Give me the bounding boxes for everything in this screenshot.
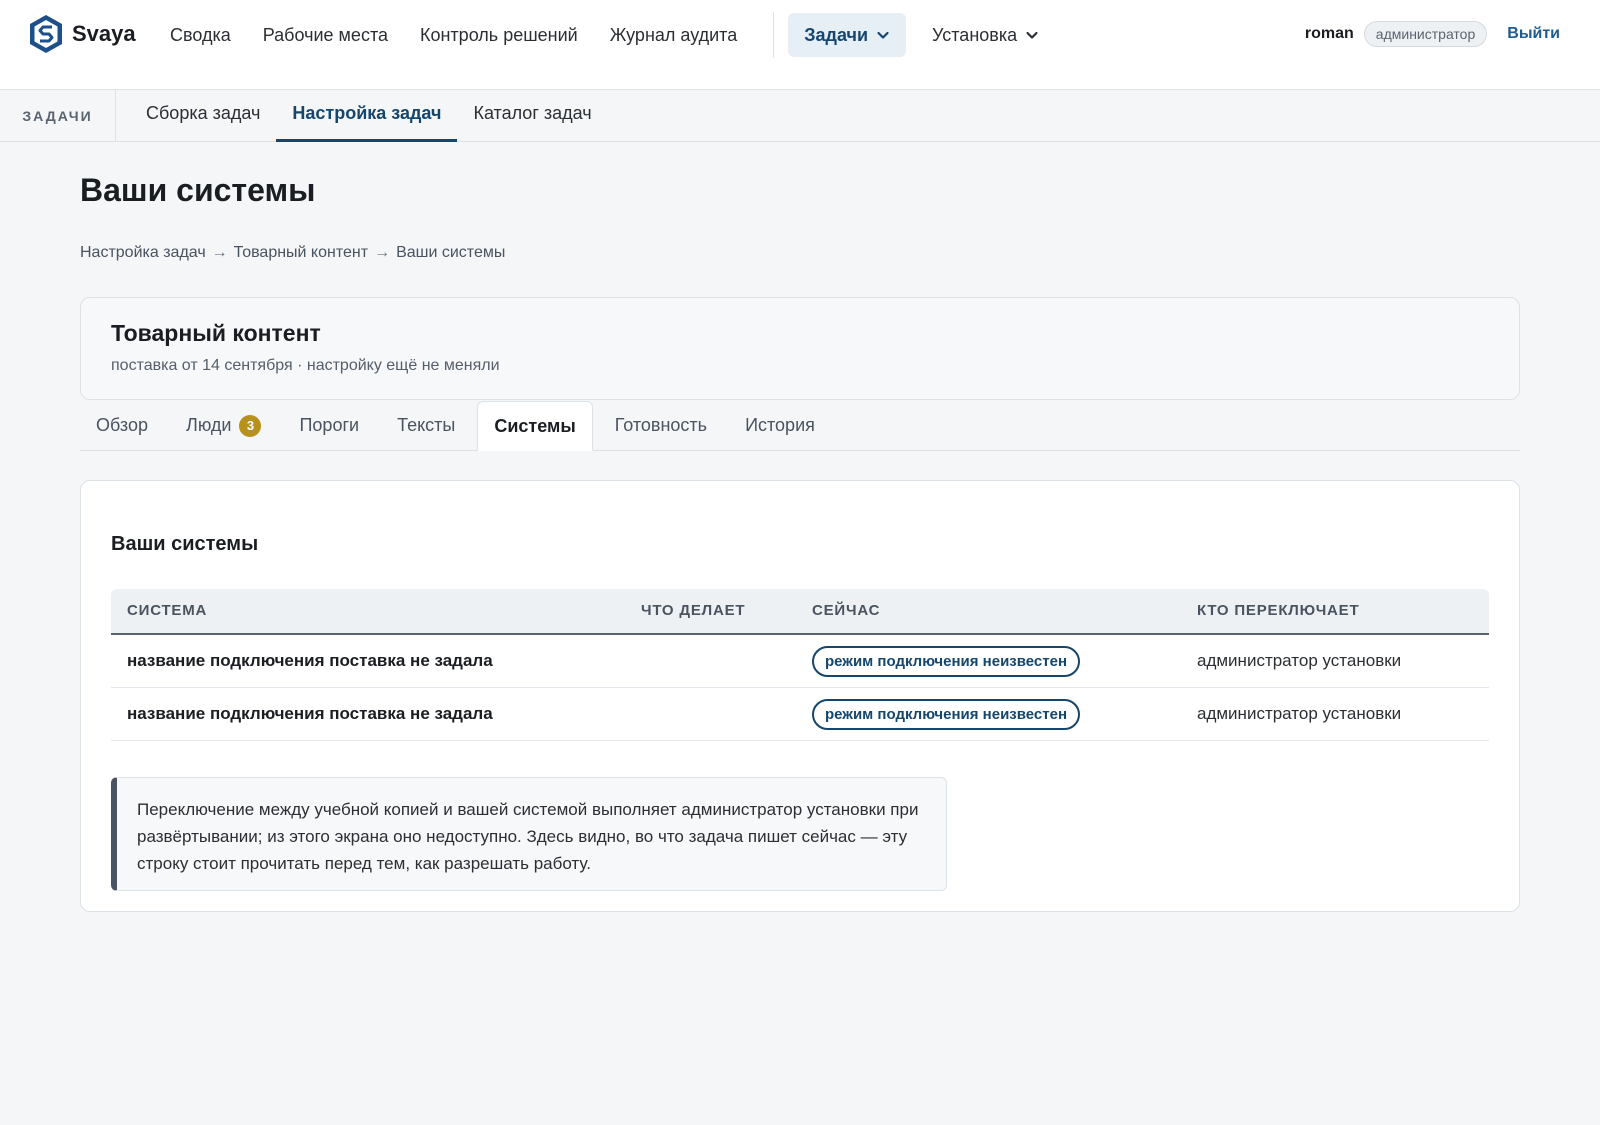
tab-history-label: История: [745, 415, 815, 435]
role-badge: администратор: [1363, 21, 1488, 47]
username: roman: [1304, 25, 1354, 42]
tab-thresholds[interactable]: Пороги: [283, 401, 375, 450]
nav-dropdown-setup-label: Установка: [932, 24, 1018, 45]
shield-s-logo-icon: [30, 15, 62, 53]
brand-name: Svaya: [72, 21, 136, 46]
nav-dropdown-tasks[interactable]: Задачи: [788, 13, 907, 57]
system-name-cell: название подключения поставка не задала: [127, 651, 493, 670]
table-row: название подключения поставка не задала …: [111, 635, 1489, 688]
tab-texts[interactable]: Тексты: [381, 401, 471, 450]
subnav-section-title: ЗАДАЧИ: [0, 90, 116, 141]
status-badge: режим подключения неизвестен: [812, 645, 1081, 677]
sub-nav: ЗАДАЧИ Сборка задач Настройка задач Ката…: [0, 90, 1600, 142]
panel-title: Ваши системы: [111, 533, 259, 555]
page-title: Ваши системы: [80, 172, 316, 208]
chevron-down-icon: [877, 31, 889, 39]
column-header-now: СЕЙЧАС: [812, 602, 881, 619]
table-header: СИСТЕМА ЧТО ДЕЛАЕТ СЕЙЧАС КТО ПЕРЕКЛЮЧАЕ…: [111, 589, 1489, 635]
chevron-down-icon: [1026, 31, 1038, 39]
nav-link-workplaces[interactable]: Рабочие места: [247, 13, 404, 57]
status-cell: режим подключения неизвестен: [812, 688, 1081, 740]
info-note: Переключение между учебной копией и ваше…: [111, 777, 947, 891]
tab-overview[interactable]: Обзор: [80, 401, 164, 450]
top-bar: Svaya Сводка Рабочие места Контроль реше…: [0, 0, 1600, 90]
nav-divider: [773, 12, 775, 58]
nav-link-summary[interactable]: Сводка: [154, 13, 247, 57]
tab-systems-label: Системы: [494, 416, 576, 436]
table-row: название подключения поставка не задала …: [111, 688, 1489, 741]
tab-thresholds-label: Пороги: [299, 415, 360, 435]
column-header-who-switches: КТО ПЕРЕКЛЮЧАЕТ: [1197, 602, 1360, 619]
breadcrumb-separator: →: [211, 244, 228, 261]
brand[interactable]: Svaya: [28, 14, 136, 54]
subnav-tabs: Сборка задач Настройка задач Каталог зад…: [130, 90, 608, 142]
systems-table: СИСТЕМА ЧТО ДЕЛАЕТ СЕЙЧАС КТО ПЕРЕКЛЮЧАЕ…: [111, 589, 1489, 741]
breadcrumb-item-product-content[interactable]: Товарный контент: [234, 244, 368, 262]
column-header-system: СИСТЕМА: [127, 602, 208, 619]
system-name-cell: название подключения поставка не задала: [127, 704, 493, 723]
breadcrumb: Настройка задач → Товарный контент → Ваш…: [80, 244, 505, 262]
nav-dropdown-tasks-label: Задачи: [804, 24, 869, 45]
task-meta: поставка от 14 сентября · настройку ещё …: [111, 357, 500, 374]
main-nav: Сводка Рабочие места Контроль решений Жу…: [154, 12, 1053, 58]
user-box: roman администратор Выйти: [1305, 20, 1560, 48]
breadcrumb-item-task-settings[interactable]: Настройка задач: [80, 244, 206, 262]
subtab-task-assembly[interactable]: Сборка задач: [130, 90, 276, 142]
task-name: Товарный контент: [111, 320, 321, 346]
breadcrumb-item-current: Ваши системы: [396, 244, 506, 261]
task-summary-card: Товарный контент поставка от 14 сентября…: [80, 297, 1520, 400]
who-switches-cell: администратор установки: [1197, 651, 1402, 670]
tab-people-label: Люди: [186, 415, 232, 435]
nav-dropdown-setup[interactable]: Установка: [918, 13, 1053, 57]
status-badge: режим подключения неизвестен: [812, 698, 1081, 730]
systems-panel: Ваши системы СИСТЕМА ЧТО ДЕЛАЕТ СЕЙЧАС К…: [80, 480, 1520, 912]
who-switches-cell: администратор установки: [1197, 704, 1402, 723]
tab-readiness[interactable]: Готовность: [599, 401, 723, 450]
tab-people[interactable]: Люди 3: [170, 401, 277, 450]
nav-link-decision-control[interactable]: Контроль решений: [404, 13, 594, 57]
people-count-badge: 3: [239, 414, 262, 437]
breadcrumb-separator: →: [374, 244, 391, 261]
column-header-what-it-does: ЧТО ДЕЛАЕТ: [641, 602, 746, 619]
status-cell: режим подключения неизвестен: [812, 635, 1081, 687]
tab-overview-label: Обзор: [96, 415, 148, 435]
tab-systems[interactable]: Системы: [477, 401, 593, 451]
nav-link-audit-log[interactable]: Журнал аудита: [594, 13, 754, 57]
subtab-task-catalog[interactable]: Каталог задач: [457, 90, 607, 142]
tab-history[interactable]: История: [729, 401, 831, 450]
logout-link[interactable]: Выйти: [1507, 25, 1560, 43]
task-tabs: Обзор Люди 3 Пороги Тексты Системы Готовн…: [80, 401, 1520, 451]
subtab-task-settings[interactable]: Настройка задач: [276, 90, 458, 142]
tab-texts-label: Тексты: [397, 415, 456, 435]
tab-readiness-label: Готовность: [614, 415, 708, 435]
